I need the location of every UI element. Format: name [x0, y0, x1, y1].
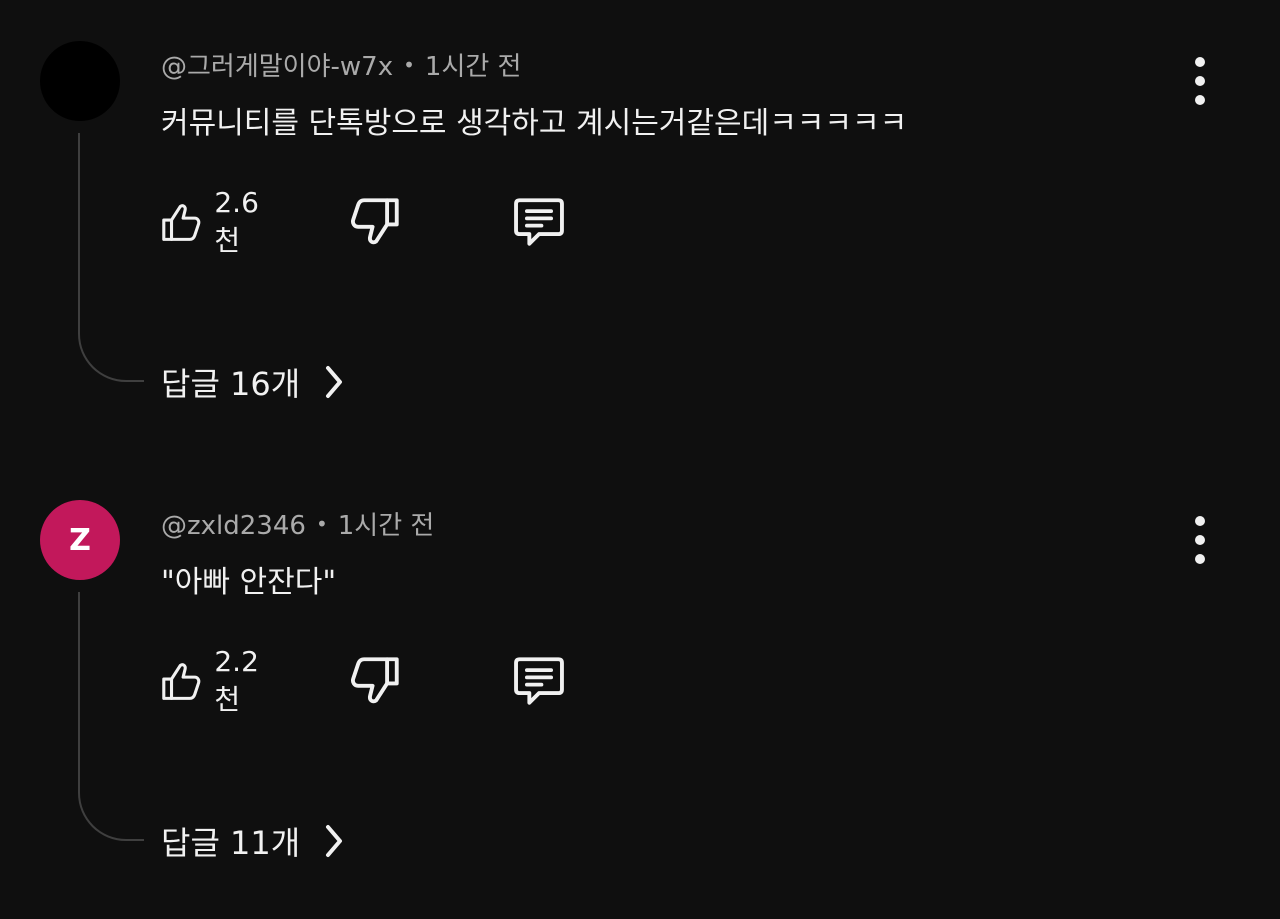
avatar-letter: Z	[69, 522, 91, 558]
thumbs-up-icon	[162, 204, 201, 241]
chevron-right-icon	[326, 366, 343, 398]
thumbs-down-icon	[351, 198, 399, 245]
replies-label: 답글 11개	[161, 824, 301, 862]
more-vert-icon	[1195, 57, 1205, 67]
thread-line	[78, 592, 144, 841]
comment-item: @그러게말이야-w7x • 1시간 전 커뮤니티를 단톡방으로 생각하고 계시는거같…	[0, 0, 1280, 459]
view-replies-button[interactable]: 답글 16개	[161, 358, 348, 406]
dislike-button[interactable]	[346, 192, 404, 252]
meta-separator: •	[315, 512, 328, 536]
more-options-button[interactable]	[1184, 57, 1216, 105]
like-button[interactable]: 2.2천	[158, 645, 271, 716]
comment-icon	[514, 657, 564, 705]
dislike-button[interactable]	[346, 651, 404, 711]
author-handle[interactable]: @zxld2346	[161, 511, 306, 541]
comment-text: 커뮤니티를 단톡방으로 생각하고 계시는거같은데ㅋㅋㅋㅋㅋ	[161, 106, 908, 141]
thumbs-up-icon	[162, 663, 201, 700]
comment-meta: @zxld2346 • 1시간 전	[161, 505, 434, 542]
meta-separator: •	[403, 53, 415, 77]
more-vert-icon	[1195, 516, 1205, 526]
more-options-button[interactable]	[1184, 516, 1216, 564]
comment-text: "아빠 안잔다"	[161, 565, 337, 600]
comment-icon	[514, 198, 564, 246]
like-button[interactable]: 2.6천	[158, 186, 271, 257]
avatar[interactable]: Z	[40, 500, 120, 580]
thumbs-down-icon	[351, 657, 399, 704]
replies-label: 답글 16개	[161, 365, 301, 403]
chevron-right-icon	[326, 825, 343, 857]
comment-item: Z @zxld2346 • 1시간 전 "아빠 안잔다" 2.2천 답글 11개	[0, 459, 1280, 918]
like-count: 2.2천	[214, 644, 259, 716]
comment-meta: @그러게말이야-w7x • 1시간 전	[161, 46, 521, 83]
avatar[interactable]	[40, 41, 120, 121]
author-handle[interactable]: @그러게말이야-w7x	[161, 52, 393, 82]
thread-line	[78, 133, 144, 382]
timestamp[interactable]: 1시간 전	[425, 52, 522, 82]
view-replies-button[interactable]: 답글 11개	[161, 817, 348, 865]
like-count: 2.6천	[214, 185, 259, 257]
timestamp[interactable]: 1시간 전	[338, 511, 435, 541]
reply-button[interactable]	[510, 651, 568, 711]
reply-button[interactable]	[510, 192, 568, 252]
